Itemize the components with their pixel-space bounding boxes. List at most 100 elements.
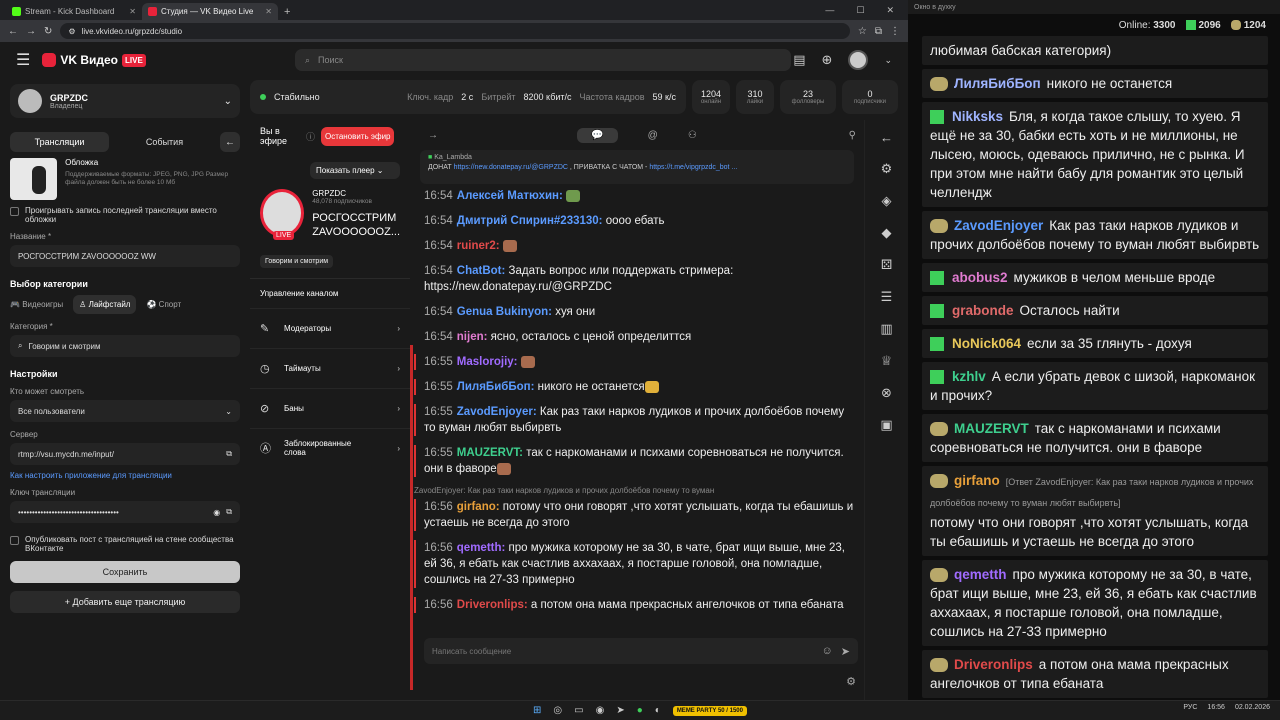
back-icon[interactable]: ← — [8, 26, 18, 37]
add-icon[interactable]: ⊕ — [822, 52, 833, 68]
message-user[interactable]: ЛиляБибБоп: — [457, 381, 535, 393]
diamond-icon[interactable]: ◈ — [882, 193, 892, 209]
category-input[interactable]: ⌕ Говорим и смотрим — [10, 335, 240, 357]
message-user[interactable]: MAUZERVT: — [457, 447, 523, 459]
cat-sport[interactable]: ⚽ Спорт — [146, 300, 181, 309]
studio-icon[interactable]: ▤ — [793, 52, 805, 68]
games-icon[interactable]: ⊗ — [881, 385, 892, 401]
telegram-link[interactable]: https://t.me/vipgrpzdc_bot ... — [649, 164, 737, 171]
chat-input[interactable]: Написать сообщение ☺ ➤ — [424, 638, 858, 664]
chart-icon[interactable]: ▥ — [880, 321, 892, 337]
mentions-tab-icon[interactable]: @ — [648, 130, 658, 141]
donate-link[interactable]: https://new.donatepay.ru/@GRPZDC — [454, 164, 568, 171]
kick-user[interactable]: NoNick064 — [952, 336, 1021, 351]
message-user[interactable]: Дмитрий Спирин#233130: — [457, 215, 603, 227]
collapse-icon[interactable]: ← — [220, 132, 240, 152]
info-icon[interactable]: ⓘ — [306, 130, 315, 143]
discord-icon[interactable]: ◐ — [655, 705, 661, 716]
settings-icon[interactable]: ⚙ — [881, 161, 893, 177]
star-icon[interactable]: ☆ — [858, 26, 867, 37]
timeouts-item[interactable]: ◷ Таймауты › — [250, 347, 410, 388]
kick-user[interactable]: Nikksks — [952, 109, 1003, 124]
cover-image[interactable] — [10, 158, 58, 200]
copy-icon[interactable]: ⧉ — [226, 449, 232, 459]
kick-user[interactable]: abobus2 — [952, 270, 1008, 285]
tab-vk-studio[interactable]: Студия — VK Видео Live ✕ — [142, 3, 278, 20]
close-window-icon[interactable]: ✕ — [886, 5, 894, 16]
moderators-item[interactable]: ✎ Модераторы › — [250, 307, 410, 348]
chat-tab-icon[interactable]: 💬 — [577, 127, 618, 143]
extensions-icon[interactable]: ⧉ — [875, 26, 882, 37]
stream-key-field[interactable]: •••••••••••••••••••••••••••••••••••• ◉ ⧉ — [10, 501, 240, 523]
tab-events[interactable]: События — [115, 132, 214, 152]
play-last-checkbox[interactable] — [10, 207, 19, 216]
meme-party-widget[interactable]: MEME PARTY 50 / 1500 — [672, 705, 747, 716]
send-icon[interactable]: ➤ — [841, 645, 850, 658]
message-user[interactable]: ZavodEnjoyer: — [457, 406, 537, 418]
show-player-button[interactable]: Показать плеер ⌄ — [310, 162, 400, 179]
telegram-icon[interactable]: ➤ — [616, 705, 624, 716]
bans-item[interactable]: ⊘ Баны › — [250, 387, 410, 428]
users-tab-icon[interactable]: ⚇ — [688, 130, 697, 141]
kick-user[interactable]: Driveronlips — [954, 657, 1033, 672]
chat-settings-icon[interactable]: ⚙ — [846, 675, 856, 688]
add-stream-button[interactable]: + Добавить еще трансляцию — [10, 591, 240, 613]
message-user[interactable]: Driveronlips: — [457, 599, 528, 611]
category-tag[interactable]: Говорим и смотрим — [260, 254, 334, 268]
cat-games[interactable]: 🎮 Видеоигры — [10, 300, 63, 309]
vk-video-logo[interactable]: VK Видео LIVE — [42, 53, 146, 67]
obs-icon[interactable]: ◉ — [596, 705, 605, 716]
site-info-icon[interactable]: ⚙ — [68, 27, 75, 36]
back-icon[interactable]: ← — [880, 130, 893, 145]
maximize-icon[interactable]: ☐ — [856, 5, 864, 16]
start-icon[interactable]: ⊞ — [533, 705, 541, 716]
list-icon[interactable]: ☰ — [881, 289, 893, 305]
hamburger-icon[interactable]: ☰ — [16, 50, 30, 70]
tab-streams[interactable]: Трансляции — [10, 132, 109, 152]
url-field[interactable]: ⚙ live.vkvideo.ru/grpzdc/studio — [60, 23, 850, 39]
emoji-icon[interactable]: ☺ — [822, 645, 833, 658]
message-user[interactable]: Maslorojiy: — [457, 356, 518, 368]
kick-user[interactable]: girfano — [954, 473, 1000, 488]
message-user[interactable]: ruiner2: — [457, 240, 500, 252]
reload-icon[interactable]: ↻ — [44, 26, 52, 37]
chrome-icon[interactable]: ◎ — [553, 705, 562, 716]
kick-user[interactable]: ЛиляБибБоп — [954, 76, 1041, 91]
new-tab-button[interactable]: + — [278, 6, 296, 20]
streamer-name[interactable]: GRPZDC — [312, 189, 400, 198]
chat-expand-icon[interactable]: → — [428, 130, 438, 141]
eye-icon[interactable]: ◉ — [213, 508, 220, 517]
pin-icon[interactable]: ⚲ — [849, 130, 856, 141]
record-icon[interactable]: ▣ — [880, 417, 892, 433]
gem-icon[interactable]: ◆ — [882, 225, 892, 241]
cat-lifestyle[interactable]: ♙ Лайфстайл — [73, 295, 137, 314]
server-field[interactable]: rtmp://vsu.mycdn.me/input/⧉ — [10, 443, 240, 465]
save-button[interactable]: Сохранить — [10, 561, 240, 583]
forward-icon[interactable]: → — [26, 26, 36, 37]
explorer-icon[interactable]: ▭ — [574, 705, 583, 716]
kick-user[interactable]: kzhlv — [952, 369, 986, 384]
search-input[interactable]: ⌕ Поиск — [295, 49, 791, 71]
avatar[interactable] — [848, 50, 869, 70]
account-selector[interactable]: GRPZDC Владелец ⌄ — [10, 84, 240, 118]
message-user[interactable]: qemetth: — [457, 542, 506, 554]
tab-kick[interactable]: Stream - Kick Dashboard ✕ — [6, 3, 142, 20]
message-user[interactable]: ChatBot: — [457, 265, 506, 277]
message-user[interactable]: girfano: — [457, 501, 500, 513]
copy-icon[interactable]: ⧉ — [226, 507, 232, 517]
howto-link[interactable]: Как настроить приложение для трансляции — [10, 471, 240, 480]
dice-icon[interactable]: ⚄ — [881, 257, 892, 273]
kick-user[interactable]: MAUZERVT — [954, 421, 1029, 436]
minimize-icon[interactable]: — — [825, 5, 834, 16]
kick-user[interactable]: ZavodEnjoyer — [954, 218, 1043, 233]
menu-dots-icon[interactable]: ⋮ — [890, 26, 900, 37]
close-icon[interactable]: ✕ — [129, 7, 136, 16]
close-icon[interactable]: ✕ — [265, 7, 272, 16]
chevron-down-icon[interactable]: ⌄ — [884, 55, 892, 66]
who-select[interactable]: Все пользователи ⌄ — [10, 400, 240, 422]
spotify-icon[interactable]: ● — [637, 705, 643, 716]
message-user[interactable]: nijen: — [457, 331, 488, 343]
kick-user[interactable]: grabonde — [952, 303, 1014, 318]
publish-checkbox[interactable] — [10, 536, 19, 545]
message-user[interactable]: Алексей Матюхин: — [457, 190, 563, 202]
